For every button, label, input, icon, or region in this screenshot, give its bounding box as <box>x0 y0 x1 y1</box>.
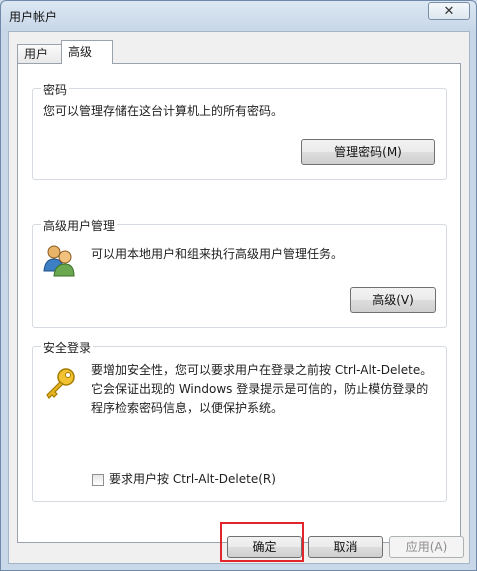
ok-button-highlight-box <box>220 522 304 562</box>
advanced-user-management-title: 高级用户管理 <box>41 217 118 234</box>
passwords-group-title: 密码 <box>41 81 70 98</box>
advanced-user-management-group: 高级用户管理 可以用本地用户和组来执行高级用户管理任务。 高级(V) <box>32 217 447 328</box>
user-accounts-dialog: 用户帐户 ✕ 用户 高级 密码 您可以管理存储在这台计算机上的所有密码。 管理密… <box>0 0 477 571</box>
secure-logon-description-line1: 要增加安全性，您可以要求用户在登录之前按 Ctrl-Alt-Delete。 <box>91 363 433 377</box>
window-title: 用户帐户 <box>9 10 58 24</box>
tab-advanced[interactable]: 高级 <box>61 40 113 64</box>
close-button[interactable]: ✕ <box>428 2 470 20</box>
passwords-description: 您可以管理存储在这台计算机上的所有密码。 <box>43 104 284 118</box>
secure-logon-description-line2: 它会保证出现的 Windows 登录提示是可信的，防止模仿登录的 <box>91 382 429 396</box>
manage-passwords-button[interactable]: 管理密码(M) <box>301 139 435 165</box>
key-icon <box>43 367 77 401</box>
users-icon <box>43 243 75 277</box>
advanced-tab-panel: 密码 您可以管理存储在这台计算机上的所有密码。 管理密码(M) 高级用户管理 可… <box>17 63 461 543</box>
dialog-client-area: 用户 高级 密码 您可以管理存储在这台计算机上的所有密码。 管理密码(M) 高级… <box>8 31 470 564</box>
cancel-button[interactable]: 取消 <box>308 536 383 558</box>
ctrl-alt-delete-checkbox[interactable] <box>92 474 104 486</box>
advanced-button[interactable]: 高级(V) <box>350 287 436 313</box>
apply-button[interactable]: 应用(A) <box>389 536 464 558</box>
close-icon: ✕ <box>443 4 455 19</box>
secure-logon-group: 安全登录 要增加安全性，您可以要求用户在登录之前按 Ctrl-Alt-Delet… <box>32 339 447 502</box>
secure-logon-title: 安全登录 <box>41 339 94 356</box>
secure-logon-description-line3: 程序检索密码信息，以便保护系统。 <box>91 401 284 415</box>
title-bar[interactable]: 用户帐户 ✕ <box>1 1 476 31</box>
tab-users[interactable]: 用户 <box>17 44 62 63</box>
ctrl-alt-delete-checkbox-label[interactable]: 要求用户按 Ctrl-Alt-Delete(R) <box>109 470 276 489</box>
advanced-user-management-description: 可以用本地用户和组来执行高级用户管理任务。 <box>91 247 344 261</box>
passwords-group: 密码 您可以管理存储在这台计算机上的所有密码。 管理密码(M) <box>32 81 447 180</box>
